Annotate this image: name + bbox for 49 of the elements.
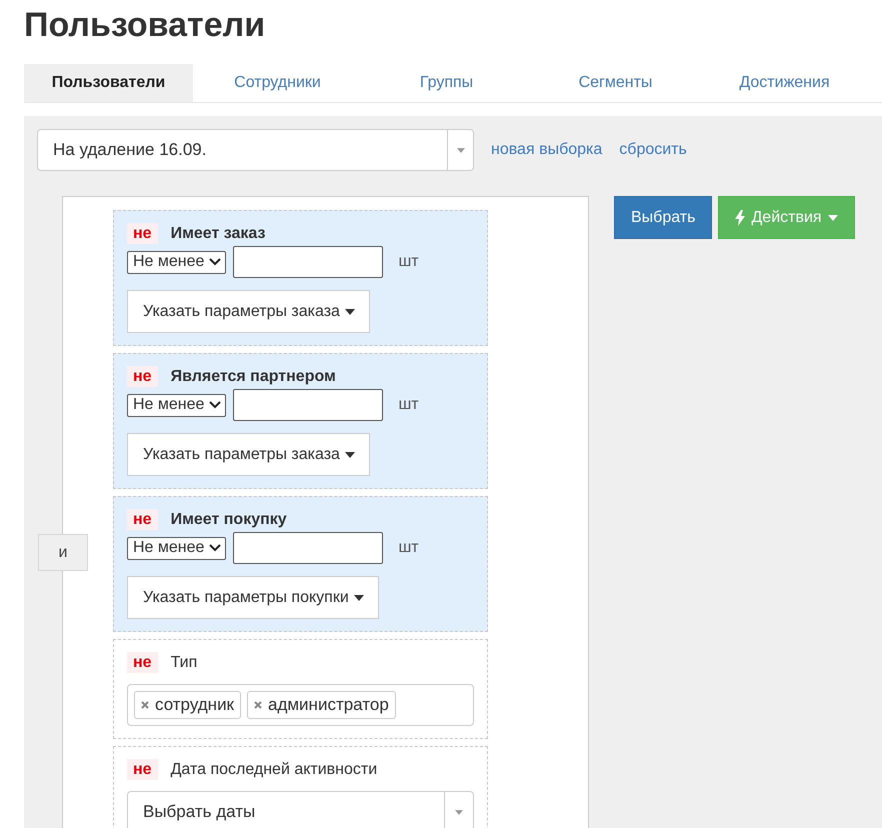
connector-button[interactable]: и — [38, 534, 88, 571]
selection-dropdown[interactable]: На удаление 16.09. — [37, 129, 474, 171]
chevron-icon — [209, 544, 222, 552]
operator-select[interactable]: Не менее — [127, 250, 226, 274]
link[interactable]: новая выборка — [491, 141, 602, 159]
quantity-input[interactable] — [233, 532, 384, 564]
remove-icon[interactable] — [141, 701, 149, 709]
tag-chip[interactable]: администратор — [247, 691, 396, 719]
caret-icon — [828, 214, 838, 220]
negate-toggle[interactable]: не — [127, 652, 158, 673]
link[interactable]: сбросить — [619, 141, 687, 159]
operator-select[interactable]: Не менее — [127, 394, 226, 416]
tag-field[interactable]: сотрудник администратор — [127, 684, 474, 726]
tab[interactable]: Достижения — [700, 64, 869, 102]
parameters-button[interactable]: Указать параметры заказа — [127, 433, 370, 476]
condition-title: Является партнером — [170, 368, 336, 386]
unit-label: шт — [398, 253, 419, 271]
tab[interactable]: Группы — [362, 64, 531, 102]
select-button[interactable]: Выбрать — [614, 196, 712, 239]
condition-title: Имеет заказ — [170, 224, 266, 242]
unit-label: шт — [398, 396, 419, 414]
tab[interactable]: Сотрудники — [193, 64, 362, 102]
negate-toggle[interactable]: не — [127, 759, 158, 780]
condition-title: Дата последней активности — [170, 760, 378, 778]
caret-icon — [344, 308, 355, 314]
operator-select[interactable]: Не менее — [127, 536, 226, 560]
chevron-icon — [209, 401, 222, 409]
tab[interactable]: Сегменты — [531, 64, 700, 102]
quantity-input[interactable] — [233, 246, 384, 278]
unit-label: шт — [398, 539, 419, 557]
condition-title: Имеет покупку — [170, 510, 287, 528]
chevron-icon — [209, 258, 222, 266]
quantity-input[interactable] — [233, 389, 384, 421]
page-title: Пользователи — [24, 5, 266, 46]
caret-icon — [456, 148, 464, 152]
parameters-button[interactable]: Указать параметры заказа — [127, 290, 370, 333]
tab[interactable]: Пользователи — [24, 64, 193, 102]
negate-toggle[interactable]: не — [127, 223, 158, 244]
date-select[interactable]: Выбрать даты — [127, 791, 474, 828]
caret-icon — [344, 452, 355, 458]
tag-chip[interactable]: сотрудник — [134, 691, 241, 719]
lightning-icon — [735, 210, 746, 226]
parameters-button[interactable]: Указать параметры покупки — [127, 576, 379, 619]
remove-icon[interactable] — [254, 701, 262, 709]
caret-icon — [455, 810, 463, 814]
negate-toggle[interactable]: не — [127, 509, 158, 530]
negate-toggle[interactable]: не — [127, 366, 158, 387]
caret-icon — [354, 594, 364, 600]
condition-title: Тип — [170, 654, 198, 672]
